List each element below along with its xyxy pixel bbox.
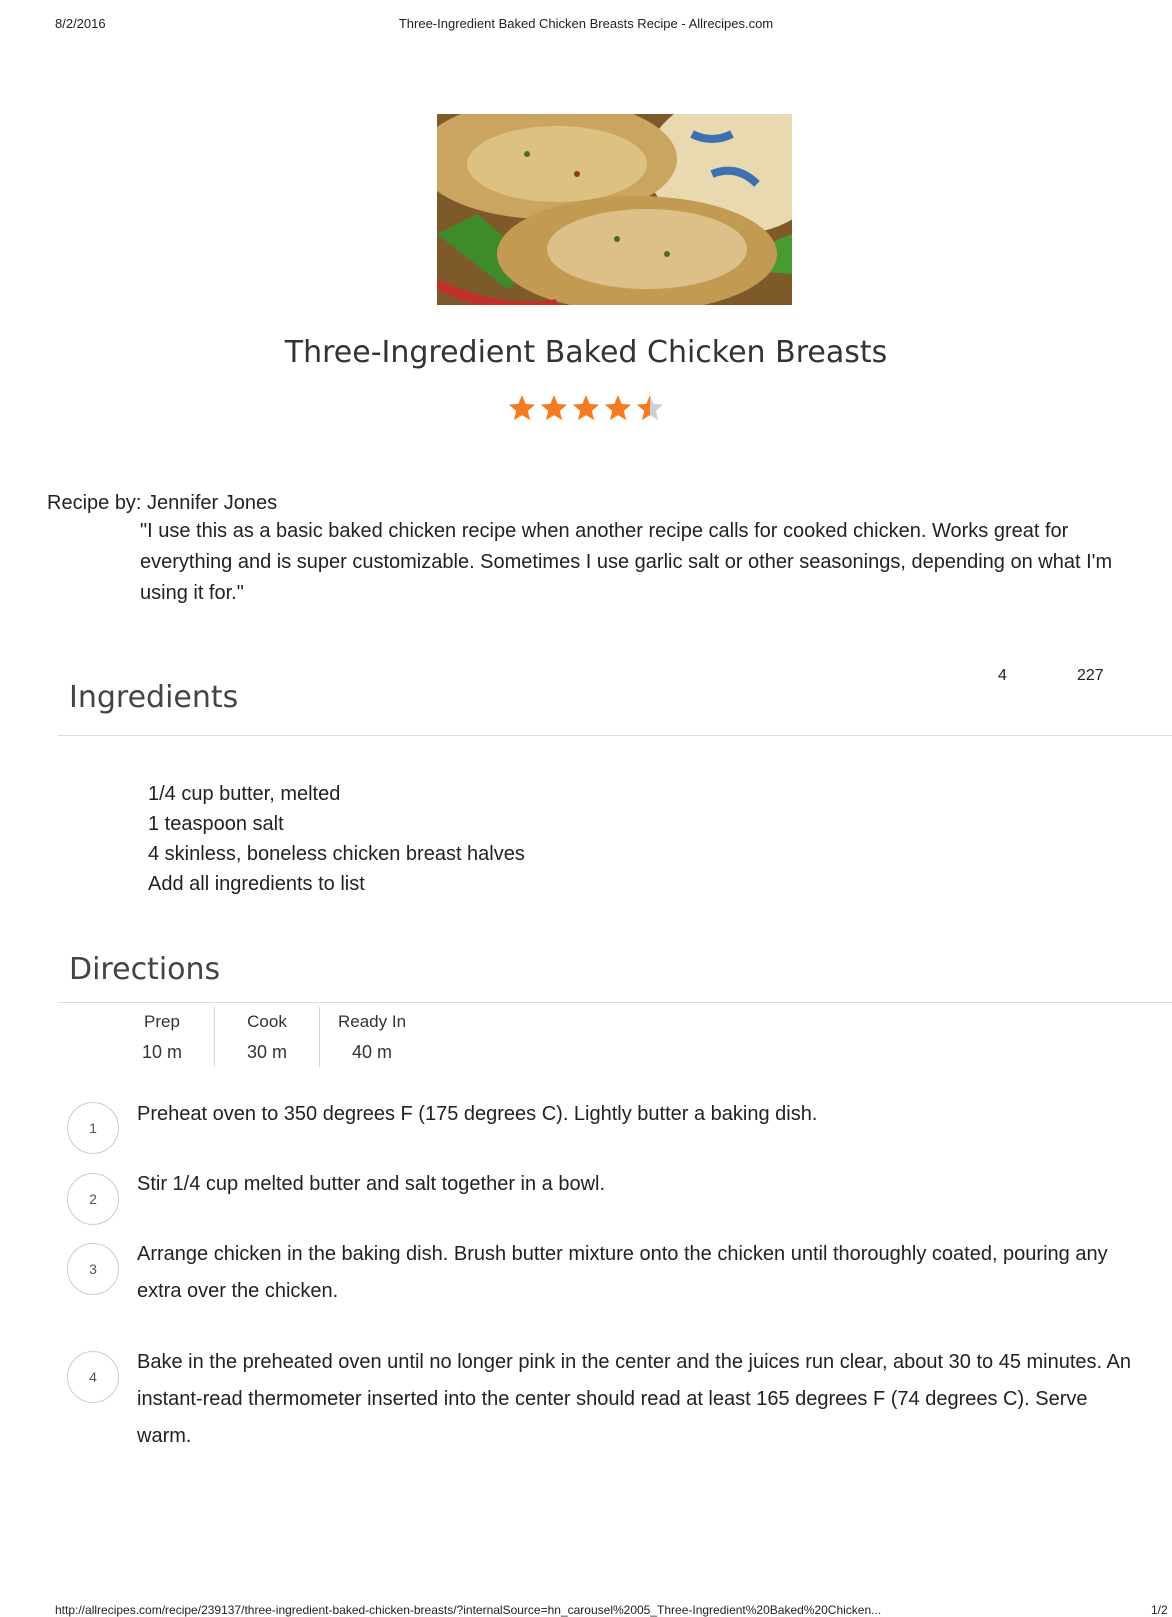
time-summary: Prep 10 m Cook 30 m Ready In 40 m [110, 1007, 424, 1067]
ingredient-item[interactable]: 1 teaspoon salt [148, 809, 525, 839]
star-icon [540, 395, 568, 421]
ingredients-heading: Ingredients [69, 680, 239, 715]
step-number-badge: 3 [67, 1243, 119, 1295]
calories-count: 227 [1077, 667, 1104, 684]
star-rating [0, 393, 1172, 427]
star-icon [572, 395, 600, 421]
servings-count: 4 [998, 667, 1007, 684]
star-icon [636, 395, 664, 421]
directions-divider [58, 1002, 1172, 1003]
ready-in-time: Ready In 40 m [320, 1007, 424, 1067]
cook-time-label: Cook [247, 1012, 287, 1031]
ingredients-list: 1/4 cup butter, melted 1 teaspoon salt 4… [148, 779, 525, 899]
cook-time: Cook 30 m [215, 1007, 320, 1067]
recipe-description: "I use this as a basic baked chicken rec… [140, 520, 1113, 604]
cook-time-value: 30 m [246, 1042, 288, 1062]
print-page-title: Three-Ingredient Baked Chicken Breasts R… [398, 16, 774, 31]
step-text: Arrange chicken in the baking dish. Brus… [137, 1243, 1108, 1302]
recipe-photo [437, 114, 792, 305]
prep-time-value: 10 m [141, 1042, 183, 1062]
ingredient-item[interactable]: 4 skinless, boneless chicken breast halv… [148, 839, 525, 869]
star-icon [508, 395, 536, 421]
ingredient-item[interactable]: 1/4 cup butter, melted [148, 779, 525, 809]
chicken-photo-illustration [437, 114, 792, 305]
step-text: Bake in the preheated oven until no long… [137, 1351, 1132, 1447]
recipe-title: Three-Ingredient Baked Chicken Breasts [284, 335, 888, 370]
star-icon [604, 395, 632, 421]
ingredients-divider [58, 735, 1172, 736]
add-all-to-list-link[interactable]: Add all ingredients to list [148, 869, 525, 899]
prep-time-label: Prep [144, 1012, 180, 1031]
ready-in-value: 40 m [352, 1042, 393, 1062]
page-number: 1/2 [1151, 1603, 1168, 1617]
footer-url: http://allrecipes.com/recipe/239137/thre… [55, 1603, 882, 1617]
step-number-badge: 2 [67, 1173, 119, 1225]
step-number-badge: 4 [67, 1351, 119, 1403]
ready-in-label: Ready In [338, 1012, 407, 1031]
recipe-author: Recipe by: Jennifer Jones [47, 492, 278, 514]
prep-time: Prep 10 m [110, 1007, 215, 1067]
directions-heading: Directions [69, 952, 221, 987]
step-text: Preheat oven to 350 degrees F (175 degre… [137, 1103, 818, 1125]
step-number-badge: 1 [67, 1102, 119, 1154]
step-text: Stir 1/4 cup melted butter and salt toge… [137, 1173, 606, 1195]
